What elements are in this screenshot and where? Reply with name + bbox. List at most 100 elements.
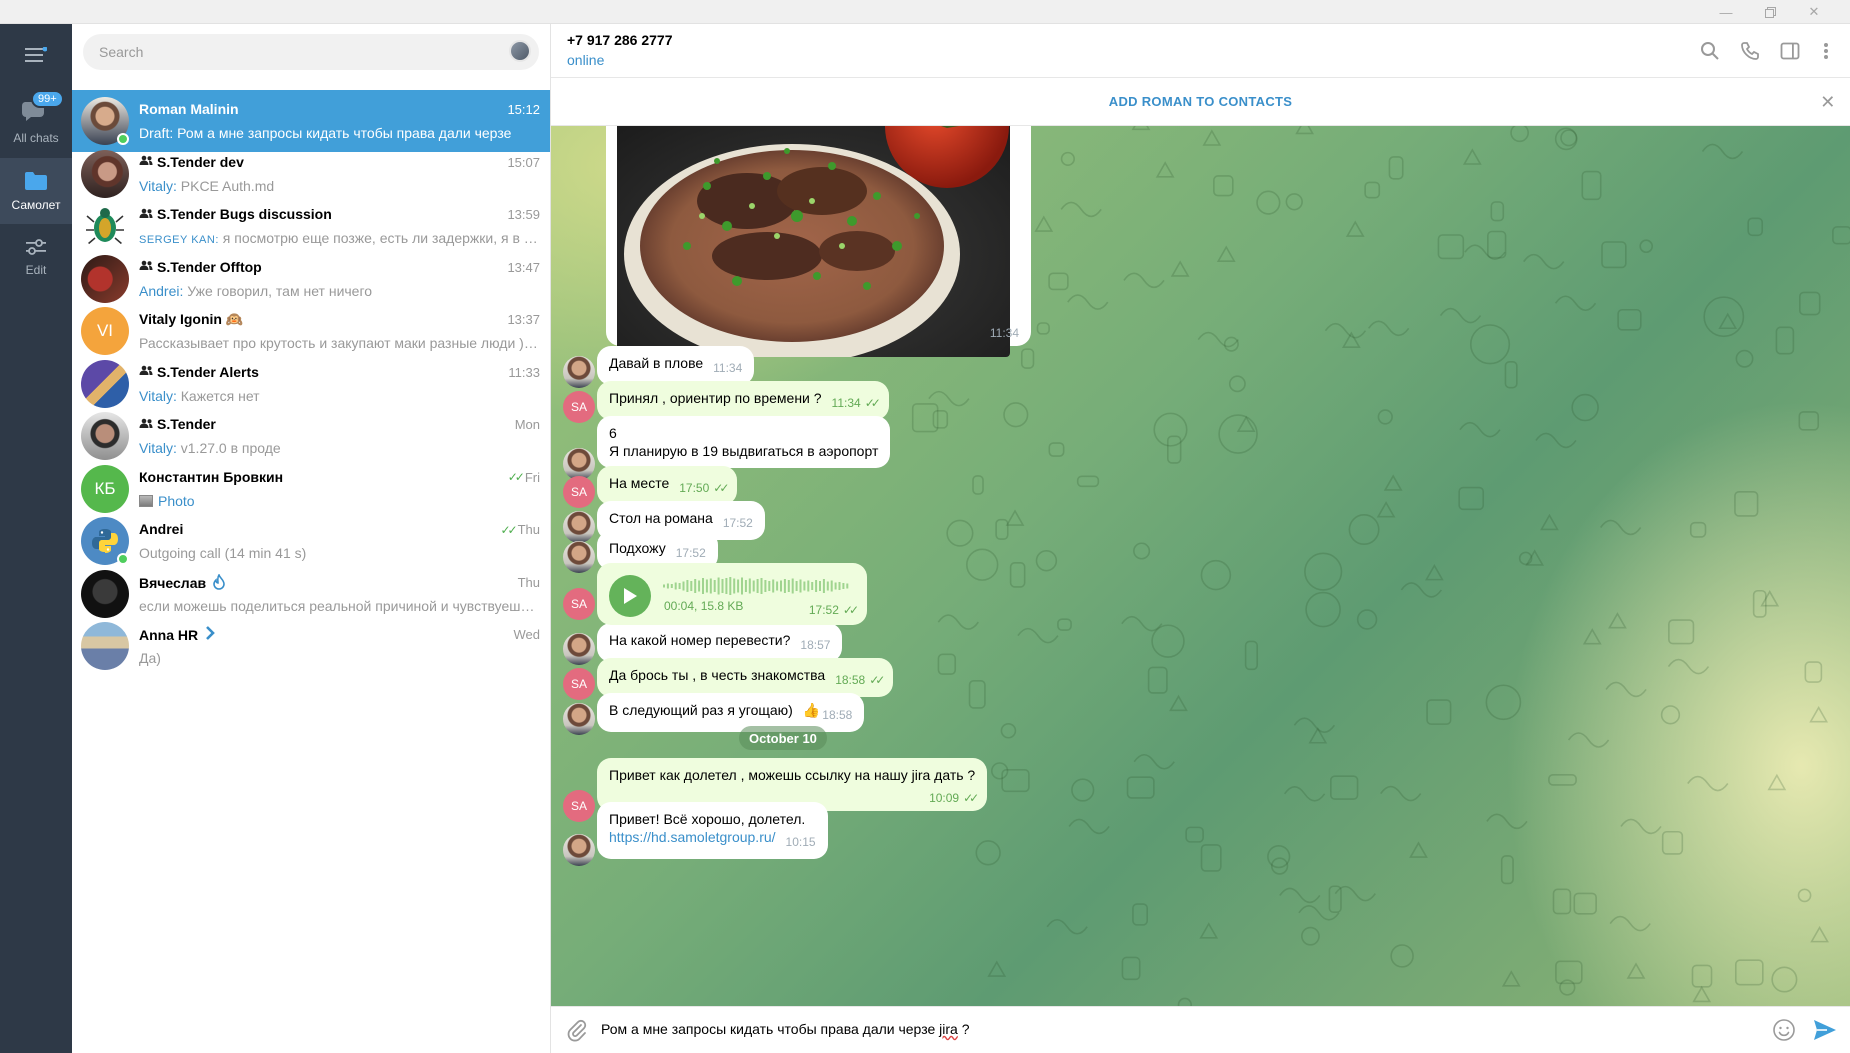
avatar bbox=[81, 254, 129, 303]
voice-meta: 00:04, 15.8 KB bbox=[664, 599, 744, 613]
preview-text: Outgoing call (14 min 41 s) bbox=[139, 545, 307, 561]
peer-avatar[interactable] bbox=[563, 356, 595, 388]
sender-avatar[interactable]: SA bbox=[563, 476, 595, 508]
chat-preview: Andrei: Уже говорил, там нет ничего bbox=[139, 283, 539, 299]
sliders-icon bbox=[25, 238, 47, 259]
chat-preview: SERGEY KAN: я посмотрю еще позже, есть л… bbox=[139, 230, 539, 246]
message-time: 17:50 ✓✓ bbox=[679, 481, 729, 495]
peer-avatar[interactable] bbox=[563, 541, 595, 573]
chat-name: Vitaly Igonin 🙉 bbox=[139, 311, 243, 328]
chat-preview: Рассказывает про крутость и закупают мак… bbox=[139, 335, 539, 351]
waveform[interactable] bbox=[663, 577, 853, 595]
outgoing-message[interactable]: Да брось ты , в честь знакомства 18:58 ✓✓ bbox=[597, 658, 894, 697]
food-photo[interactable] bbox=[617, 126, 1010, 357]
minimize-icon[interactable]: — bbox=[1708, 0, 1744, 24]
message-time: 18:57 bbox=[800, 638, 831, 652]
folder-edit[interactable]: Edit bbox=[0, 224, 72, 290]
peer-avatar[interactable] bbox=[563, 633, 595, 665]
sender-avatar[interactable]: SA bbox=[563, 790, 595, 822]
peer-title[interactable]: +7 917 286 2777 bbox=[567, 32, 673, 48]
folder-rail: 99+ All chats Самолет Edit bbox=[0, 24, 72, 1053]
preview-text: v1.27.0 в проде bbox=[176, 440, 281, 456]
chat-name: S.Tender dev bbox=[139, 154, 244, 170]
sender-avatar[interactable]: SA bbox=[563, 668, 595, 700]
incoming-message[interactable]: 6 Я планирую в 19 выдвигаться в аэропорт bbox=[597, 416, 891, 468]
message-area[interactable]: 11:34 Давай в плове 11:34 Принял , ориенти… bbox=[551, 126, 1850, 1006]
chat-time-text: Thu bbox=[517, 522, 540, 537]
unread-badge: 99+ bbox=[31, 89, 64, 108]
preview-sender: Andrei: bbox=[139, 282, 184, 299]
search-icon[interactable] bbox=[1696, 37, 1724, 65]
folder-all-chats[interactable]: 99+ All chats bbox=[0, 84, 72, 158]
outgoing-message[interactable]: Принял , ориентир по времени ? 11:34 ✓✓ bbox=[597, 381, 889, 420]
paperclip-icon[interactable] bbox=[565, 1018, 591, 1044]
chat-preview: если можешь поделиться реальной причиной… bbox=[139, 598, 539, 614]
outgoing-message[interactable]: На месте 17:50 ✓✓ bbox=[597, 466, 738, 505]
message-link[interactable]: https://hd.samoletgroup.ru/ bbox=[609, 829, 776, 845]
add-contact-bar: ADD ROMAN TO CONTACTS ✕ bbox=[551, 78, 1850, 126]
peer-avatar[interactable] bbox=[563, 834, 595, 866]
avatar: КБ bbox=[81, 464, 129, 513]
chat-time: 13:47 bbox=[507, 260, 540, 275]
send-icon[interactable] bbox=[1812, 1018, 1840, 1044]
read-ticks-icon: ✓✓ bbox=[963, 791, 979, 805]
chat-name-text: S.Tender Offtop bbox=[157, 258, 262, 275]
chat-time: ✓✓ Thu bbox=[500, 522, 540, 537]
avatar bbox=[81, 202, 129, 250]
incoming-message[interactable]: В следующий раз я угощаю) 👍 18:58 bbox=[597, 693, 865, 732]
group-icon bbox=[139, 365, 153, 378]
avatar bbox=[81, 622, 129, 670]
photo-message[interactable]: 11:34 bbox=[606, 126, 1031, 357]
avatar bbox=[81, 149, 129, 198]
message-time: 10:15 bbox=[785, 835, 816, 849]
chat-time-text: Fri bbox=[524, 469, 540, 485]
account-avatar[interactable] bbox=[509, 40, 531, 62]
chat-name-text: Anna HR bbox=[139, 626, 199, 643]
play-icon[interactable] bbox=[609, 575, 651, 617]
folder-icon bbox=[24, 171, 48, 194]
preview-sender: Draft: bbox=[139, 125, 174, 141]
emoji-icon[interactable] bbox=[1772, 1018, 1798, 1044]
message-line: Я планирую в 19 выдвигаться в аэропорт bbox=[609, 443, 879, 459]
folder-samolet[interactable]: Самолет bbox=[0, 158, 72, 224]
message-text: В следующий раз я угощаю) bbox=[609, 702, 793, 718]
close-icon[interactable]: ✕ bbox=[1814, 88, 1842, 116]
peer-avatar[interactable] bbox=[563, 511, 595, 543]
message-time: 11:34 ✓✓ bbox=[831, 396, 881, 410]
close-window-icon[interactable]: ✕ bbox=[1796, 0, 1832, 24]
voice-message[interactable]: 00:04, 15.8 KB 17:52 ✓✓ bbox=[597, 563, 867, 625]
chat-name-text: Vitaly Igonin 🙉 bbox=[139, 311, 244, 327]
chat-time-text: 13:59 bbox=[507, 207, 540, 222]
chat-time-text: 11:33 bbox=[508, 364, 540, 380]
incoming-message[interactable]: Привет! Всё хорошо, долетел. https://hd.s… bbox=[597, 802, 828, 859]
chat-time: Thu bbox=[518, 575, 540, 590]
preview-text: PKCE Auth.md bbox=[176, 177, 275, 194]
message-time-text: 17:52 bbox=[808, 603, 839, 617]
avatar bbox=[81, 412, 129, 460]
reaction-thumbs-up[interactable]: 👍 bbox=[803, 702, 820, 718]
message-time: 17:52 ✓✓ bbox=[808, 603, 859, 617]
chat-preview: Vitaly: v1.27.0 в проде bbox=[139, 440, 539, 456]
sender-avatar[interactable]: SA bbox=[563, 391, 595, 423]
phone-icon[interactable] bbox=[1736, 37, 1764, 65]
message-input[interactable]: Ром а мне запросы кидать чтобы права дал… bbox=[601, 1021, 970, 1037]
more-icon[interactable] bbox=[1812, 37, 1840, 65]
preview-text: Уже говорил, там нет ничего bbox=[183, 282, 373, 299]
add-contact-button[interactable]: ADD ROMAN TO CONTACTS bbox=[1109, 94, 1292, 109]
restore-icon[interactable] bbox=[1752, 0, 1788, 24]
sidebar-toggle-icon[interactable] bbox=[1776, 37, 1804, 65]
incoming-message[interactable]: Давай в плове 11:34 bbox=[597, 346, 755, 385]
chat-time: 13:59 bbox=[507, 207, 540, 222]
sender-avatar[interactable]: SA bbox=[563, 588, 595, 620]
menu-icon[interactable] bbox=[0, 38, 72, 72]
peer-avatar[interactable] bbox=[563, 703, 595, 735]
preview-sender: SERGEY KAN: bbox=[139, 234, 219, 246]
chat-list-panel: Search Roman Malinin 15:12 Draft: Ром а мн… bbox=[72, 24, 551, 1053]
message-line: 6 bbox=[609, 425, 617, 441]
message-time: 10:09 ✓✓ bbox=[929, 791, 979, 805]
chat-row[interactable]: Anna HR Wed Да) bbox=[72, 615, 550, 677]
message-text: На какой номер перевести? bbox=[609, 632, 791, 648]
incoming-message[interactable]: На какой номер перевести? 18:57 bbox=[597, 623, 843, 662]
search-input[interactable]: Search bbox=[83, 34, 539, 70]
preview-text: Рассказывает про крутость и закупают мак… bbox=[139, 335, 539, 351]
